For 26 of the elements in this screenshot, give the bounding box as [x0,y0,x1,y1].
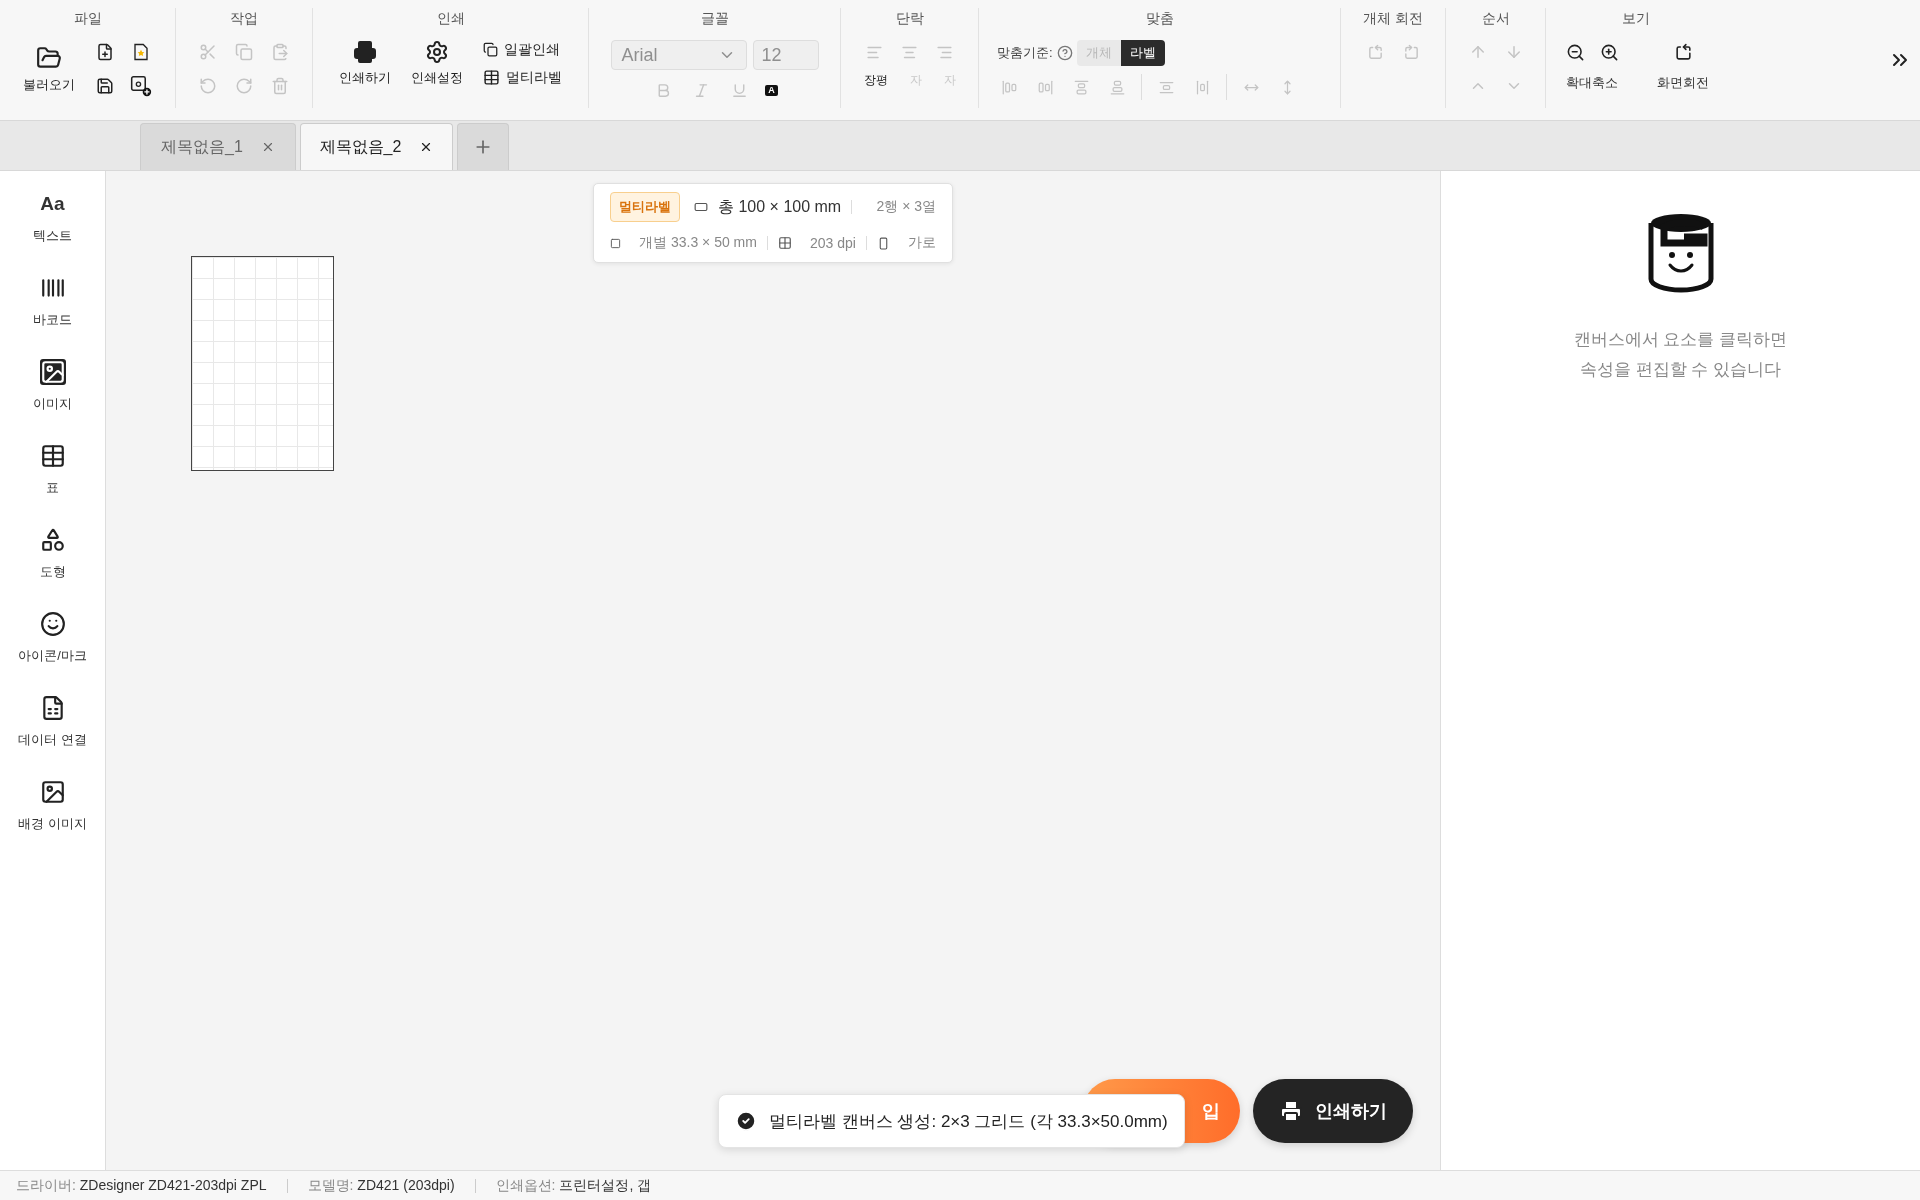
toast-message: 멀티라벨 캔버스 생성: 2×3 그리드 (각 33.3×50.0mm) [769,1110,1168,1133]
dpi-text: 203 dpi [810,235,856,251]
total-size-text: 총 100 × 100 mm [718,196,842,217]
text-tool-glyph: Aa [40,192,65,216]
orientation-text: 가로 [907,234,936,252]
tab-title: 제목없음_2 [319,136,402,157]
grid-size-text: 2행 × 3열 [876,198,936,216]
group-title: 인쇄 [436,10,465,28]
status-item: 인쇄옵션: 프린터설정, 갭 [495,1176,652,1195]
group-title: 보기 [1622,10,1650,28]
group-title: 개체 회전 [1363,10,1423,28]
group-title: 단락 [895,10,924,28]
view-label: 확대축소 [1566,74,1618,92]
view-label: 화면회전 [1657,74,1709,92]
group-title: 파일 [73,10,102,28]
tab-title: 제목없음_1 [161,136,243,157]
group-title: 글꼴 [700,10,729,28]
status-item: 드라이버: ZDesigner ZD421-203dpi ZPL [16,1176,267,1195]
group-title: 순서 [1481,10,1510,28]
multi-label-badge: 멀티라벨 [610,192,680,222]
single-size-text: 개별 33.3 × 50 mm [639,234,757,252]
group-title: 맞춤 [1145,10,1174,28]
status-item: 모델명: ZD421 (203dpi) [307,1176,455,1195]
empty-hint: 캔버스에서 요소를 클릭하면 속성을 편집할 수 있습니다 [1573,329,1788,381]
group-title: 작업 [230,10,258,28]
align-basis-label: 맞춤기준: [997,44,1053,62]
